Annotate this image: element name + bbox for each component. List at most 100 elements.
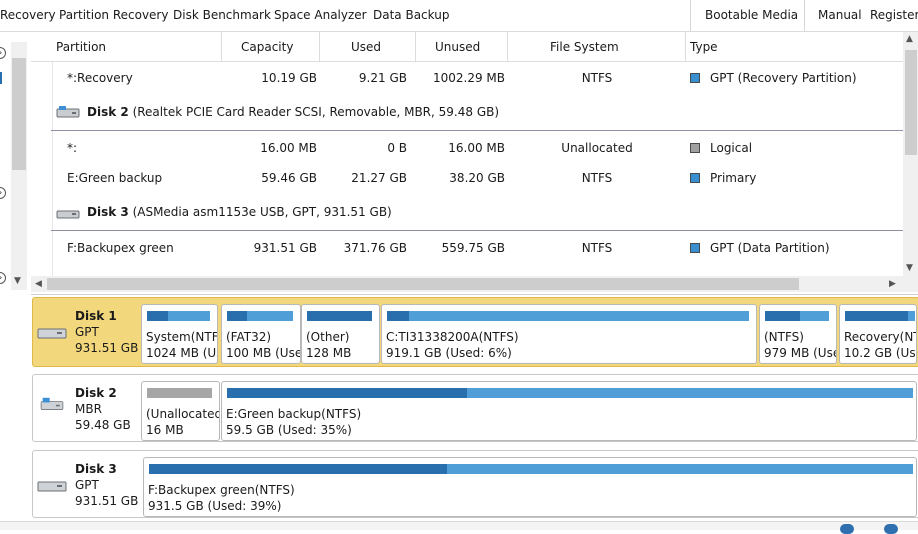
selection-marker	[0, 72, 2, 84]
horizontal-scrollbar-thumb[interactable]	[47, 278, 799, 290]
partition-block[interactable]: Recovery(NTFS) 10.2 GB (Used: 90%)	[839, 304, 917, 364]
column-capacity[interactable]: Capacity	[241, 40, 293, 54]
partition-size: 100 MB (Used: 31%)	[226, 346, 300, 360]
partition-filesystem: NTFS	[581, 71, 613, 85]
partition-label: (FAT32)	[226, 330, 272, 344]
column-divider	[221, 32, 222, 61]
expand-icon[interactable]: ›	[0, 187, 6, 199]
table-row[interactable]: *:Recovery 10.19 GB 9.21 GB 1002.29 MB N…	[31, 63, 903, 93]
disk-card-3[interactable]: Disk 3 GPT 931.51 GB F:Backupex green(NT…	[32, 450, 918, 518]
disk-drive-icon	[37, 328, 67, 339]
disk-row[interactable]: Disk 3 (ASMedia asm1153e USB, GPT, 931.5…	[51, 196, 903, 231]
partition-filesystem: NTFS	[581, 171, 613, 185]
column-divider	[415, 32, 416, 61]
usage-bar	[845, 311, 915, 321]
table-row[interactable]: F:Backupex green 931.51 GB 371.76 GB 559…	[31, 233, 903, 263]
expand-icon[interactable]: ›	[0, 272, 6, 284]
partition-size: 931.5 GB (Used: 39%)	[148, 499, 282, 513]
partition-used: 0 B	[387, 141, 407, 155]
scroll-right-icon[interactable]: ▶	[889, 279, 896, 289]
disk-scheme: GPT	[75, 325, 99, 339]
disk-size: 59.48 GB	[75, 418, 131, 432]
usb-drive-icon	[40, 397, 64, 410]
table-row[interactable]: *: 16.00 MB 0 B 16.00 MB Unallocated Log…	[31, 133, 903, 163]
partition-capacity: 16.00 MB	[260, 141, 317, 155]
menu-manual[interactable]: Manual	[818, 8, 862, 22]
partition-label: E:Green backup(NTFS)	[226, 407, 362, 421]
column-type[interactable]: Type	[690, 40, 718, 54]
partition-block[interactable]: E:Green backup(NTFS) 59.5 GB (Used: 35%)	[221, 381, 917, 441]
menu-register[interactable]: Register	[870, 8, 918, 22]
column-unused[interactable]: Unused	[435, 40, 480, 54]
partition-block[interactable]: (FAT32) 100 MB (Used: 31%)	[221, 304, 301, 364]
scroll-down-icon[interactable]: ▼	[14, 276, 21, 286]
scroll-left-icon[interactable]: ◀	[35, 279, 42, 289]
partition-used: 371.76 GB	[343, 241, 407, 255]
usage-fill	[147, 311, 168, 321]
disk-name: Disk 1	[75, 309, 117, 323]
column-divider	[685, 32, 686, 61]
partition-label: (Unallocated)	[146, 407, 220, 421]
disk-name: Disk 3	[87, 205, 129, 219]
menu-separator	[804, 0, 805, 31]
color-square-icon	[690, 73, 700, 83]
scroll-down-icon[interactable]: ▼	[906, 263, 913, 273]
partition-label: (Other)	[306, 330, 350, 344]
scroll-up-icon[interactable]: ▲	[906, 34, 913, 44]
disk-drive-icon	[37, 481, 67, 492]
disk-description: (ASMedia asm1153e USB, GPT, 931.51 GB)	[132, 205, 392, 219]
pane-divider	[31, 294, 918, 295]
disk-size: 931.51 GB	[75, 341, 139, 355]
expand-icon[interactable]: ›	[0, 47, 6, 59]
partition-name: E:Green backup	[67, 171, 163, 185]
partition-size: 979 MB (Used: 55%)	[764, 346, 836, 360]
partition-block[interactable]: (NTFS) 979 MB (Used: 55%)	[759, 304, 837, 364]
menu-partition-recovery[interactable]: Partition Recovery	[59, 8, 168, 22]
partition-size: 16 MB	[146, 423, 184, 437]
column-partition[interactable]: Partition	[56, 40, 106, 54]
partition-block[interactable]: F:Backupex green(NTFS) 931.5 GB (Used: 39…	[143, 457, 917, 517]
usage-bar	[307, 311, 372, 321]
partition-label: F:Backupex green(NTFS)	[148, 483, 295, 497]
menu-space-analyzer[interactable]: Space Analyzer	[274, 8, 367, 22]
help-icon[interactable]	[840, 524, 854, 534]
menu-disk-benchmark[interactable]: Disk Benchmark	[173, 8, 271, 22]
partition-block[interactable]: (Unallocated) 16 MB	[141, 381, 220, 441]
usage-fill	[307, 311, 372, 321]
column-used[interactable]: Used	[351, 40, 381, 54]
partition-capacity: 931.51 GB	[253, 241, 317, 255]
partition-table: Partition Capacity Used Unused File Syst…	[31, 32, 918, 294]
info-icon[interactable]	[884, 524, 898, 534]
usage-fill	[227, 311, 248, 321]
table-row[interactable]: E:Green backup 59.46 GB 21.27 GB 38.20 G…	[31, 163, 903, 193]
disk-card-2[interactable]: Disk 2 MBR 59.48 GB (Unallocated) 16 MB E…	[32, 374, 918, 442]
partition-label: System(NTFS)	[146, 330, 218, 344]
partition-name: *:	[67, 141, 78, 155]
usage-bar	[149, 464, 913, 474]
disk-card-1[interactable]: Disk 1 GPT 931.51 GB System(NTFS) 1024 MB…	[32, 297, 918, 367]
menu-data-backup[interactable]: Data Backup	[373, 8, 449, 22]
partition-unused: 38.20 GB	[449, 171, 505, 185]
column-divider	[319, 32, 320, 61]
vertical-scrollbar-thumb[interactable]	[905, 50, 917, 155]
partition-block[interactable]: System(NTFS) 1024 MB (Used: 33%)	[141, 304, 218, 364]
partition-block[interactable]: C:TI31338200A(NTFS) 919.1 GB (Used: 6%)	[381, 304, 757, 364]
menu-recovery[interactable]: Recovery	[0, 8, 56, 22]
usage-bar	[147, 388, 212, 398]
disk-row[interactable]: Disk 2 (Realtek PCIE Card Reader SCSI, R…	[51, 96, 903, 131]
partition-used: 9.21 GB	[358, 71, 407, 85]
menu-bar: Recovery Partition Recovery Disk Benchma…	[0, 0, 918, 32]
partition-block[interactable]: (Other) 128 MB	[301, 304, 380, 364]
disk-name: Disk 2	[87, 105, 129, 119]
usage-bar	[147, 311, 210, 321]
partition-size: 1024 MB (Used: 33%)	[146, 346, 217, 360]
menu-bootable-media[interactable]: Bootable Media	[705, 8, 798, 22]
partition-unused: 1002.29 MB	[432, 71, 505, 85]
left-scrollbar-thumb[interactable]	[12, 58, 26, 170]
partition-size: 10.2 GB (Used: 90%)	[844, 346, 916, 360]
disk-scheme: MBR	[75, 402, 102, 416]
menu-separator	[690, 0, 691, 31]
column-file-system[interactable]: File System	[550, 40, 619, 54]
color-square-icon	[690, 173, 700, 183]
disk-name: Disk 2	[75, 386, 117, 400]
